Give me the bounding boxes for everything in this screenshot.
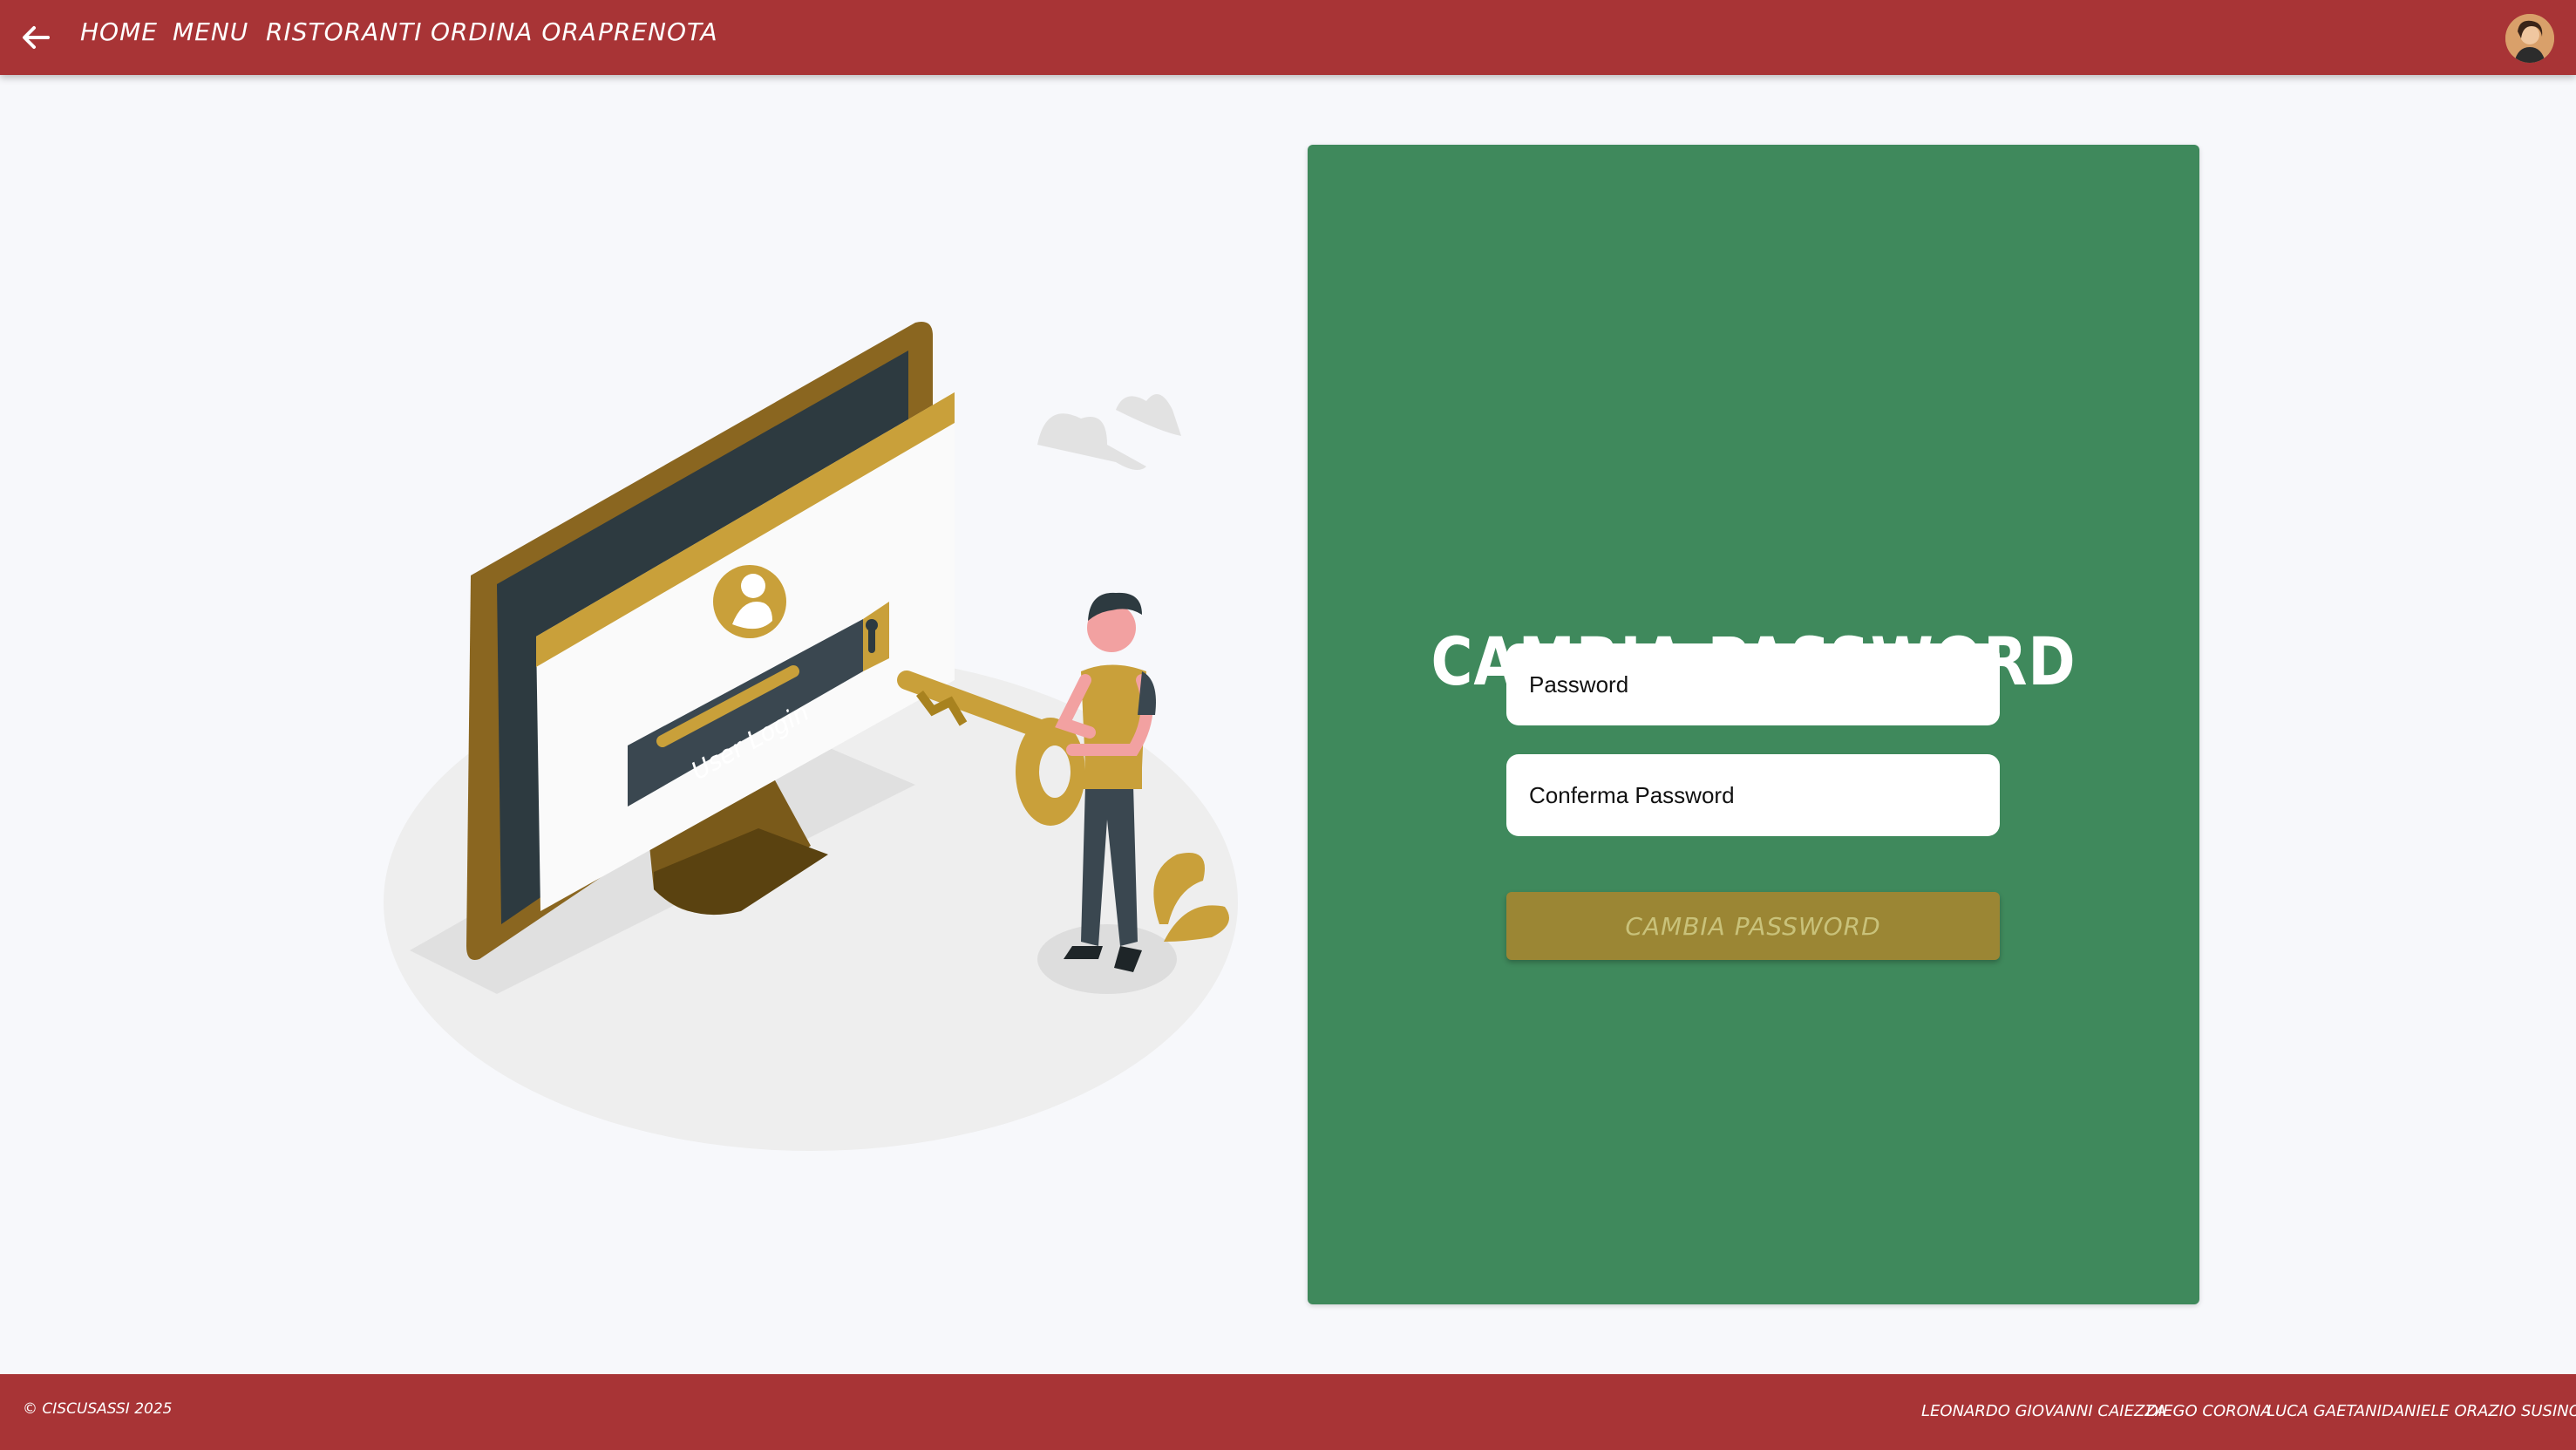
- back-arrow-icon[interactable]: [19, 21, 52, 54]
- author-link[interactable]: LEONARDO GIOVANNI CAIEZZA: [1921, 1402, 2166, 1420]
- confirm-password-field[interactable]: [1506, 754, 2000, 836]
- nav-link-ristoranti[interactable]: RISTORANTI: [266, 17, 423, 46]
- nav-link-home[interactable]: HOME: [80, 17, 158, 46]
- password-field[interactable]: [1506, 643, 2000, 725]
- author-link[interactable]: DIEGO CORONA: [2146, 1402, 2272, 1420]
- top-navbar: HOME MENU RISTORANTI ORDINA ORA PRENOTA: [0, 0, 2576, 75]
- nav-link-prenota[interactable]: PRENOTA: [598, 17, 718, 46]
- change-password-button[interactable]: CAMBIA PASSWORD: [1506, 892, 2000, 960]
- login-key-illustration: User Login: [375, 314, 1247, 1168]
- nav-link-menu[interactable]: MENU: [173, 17, 248, 46]
- user-avatar[interactable]: [2505, 14, 2554, 63]
- author-link[interactable]: LUCA GAETANI: [2267, 1402, 2382, 1420]
- nav-link-ordina-ora[interactable]: ORDINA ORA: [431, 17, 597, 46]
- change-password-card: CAMBIA PASSWORD CAMBIA PASSWORD: [1308, 145, 2199, 1304]
- copyright-text: © CISCUSASSI 2025: [23, 1400, 173, 1418]
- footer: © CISCUSASSI 2025 LEONARDO GIOVANNI CAIE…: [0, 1374, 2576, 1450]
- author-link[interactable]: DANIELE ORAZIO SUSINO: [2382, 1402, 2576, 1420]
